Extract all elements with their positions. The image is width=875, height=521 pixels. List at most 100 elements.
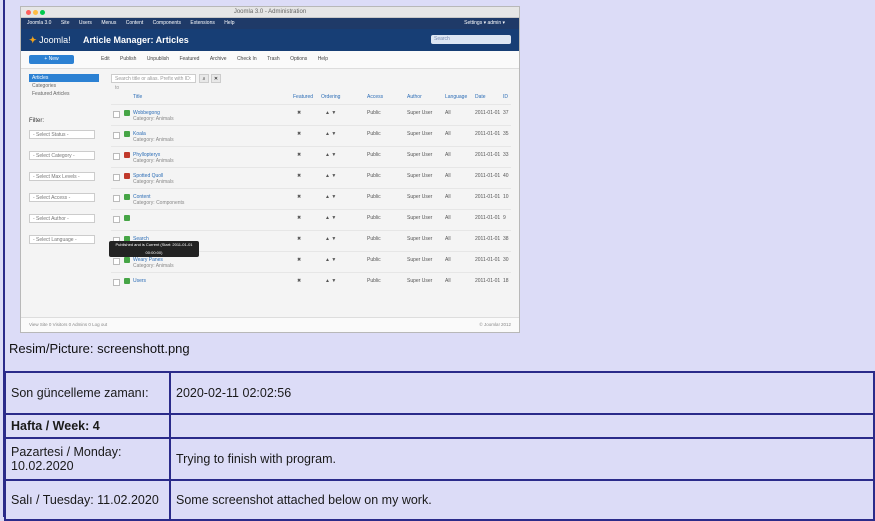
cell-access: Public xyxy=(367,236,381,242)
sidebar-item-articles: Articles xyxy=(29,74,99,82)
toolbar-item: Publish xyxy=(120,56,137,62)
cell-author: Super User xyxy=(407,278,433,284)
toolbar-item: Help xyxy=(317,56,328,62)
cell-category: Category: Components xyxy=(133,200,185,206)
article-row: Spotted Quoll Public Super User All 2011-01-… xyxy=(111,167,511,188)
featured-icon: ✖ xyxy=(297,131,302,137)
featured-icon: ✖ xyxy=(297,110,302,116)
mac-window-bar: Joomla 3.0 - Administration xyxy=(21,7,519,18)
table-row: Salı / Tuesday: 11.02.2020 Some screensh… xyxy=(4,479,875,521)
joomla-toolbar: + New Edit Publish Unpublish Featured Ar… xyxy=(21,51,519,69)
featured-icon: ✖ xyxy=(297,257,302,263)
embedded-screenshot: Joomla 3.0 - Administration Joomla 3.0 S… xyxy=(20,6,520,333)
cell-id: 37 xyxy=(503,110,509,116)
weekly-log-table: Son güncelleme zamanı: 2020-02-11 02:02:… xyxy=(4,371,875,521)
toolbar-item: Options xyxy=(290,56,308,62)
row-checkbox xyxy=(113,153,120,160)
featured-icon: ✖ xyxy=(297,152,302,158)
cell-id: 18 xyxy=(503,278,509,284)
ordering-icon: ▲ ▼ xyxy=(325,110,337,116)
new-button: + New xyxy=(29,55,74,64)
filter-select: - Select Access - xyxy=(29,193,95,202)
toolbar-buttons: Edit Publish Unpublish Featured Archive … xyxy=(101,55,337,64)
cell-category: Category: Animals xyxy=(133,158,174,164)
menu-right: Settings ▾ admin ▾ xyxy=(464,20,505,26)
toolbar-item: Featured xyxy=(179,56,200,62)
toolbar-item: Trash xyxy=(267,56,280,62)
cell-id: 10 xyxy=(503,194,509,200)
week-value xyxy=(169,413,875,439)
article-row: Wobbegong Public Super User All 2011-01-01 37… xyxy=(111,104,511,125)
joomla-footer: View Site 0 Visitors 0 Admins 0 Log out … xyxy=(21,317,519,332)
cell-id: 38 xyxy=(503,236,509,242)
row-checkbox xyxy=(113,195,120,202)
cell-category: Category: Animals xyxy=(133,137,174,143)
footer-right: © Joomla! 2012 xyxy=(479,322,511,327)
cell-author: Super User xyxy=(407,236,433,242)
cell-language: All xyxy=(445,110,451,116)
article-row: Content Public Super User All 2011-01-01 10 Ca… xyxy=(111,188,511,209)
menu-item: Users xyxy=(78,20,92,26)
table-row: Son güncelleme zamanı: 2020-02-11 02:02:… xyxy=(4,371,875,415)
featured-icon: ✖ xyxy=(297,236,302,242)
cell-author: Super User xyxy=(407,194,433,200)
sidebar-item-featured: Featured Articles xyxy=(32,91,70,97)
col-ordering: Ordering xyxy=(321,94,341,100)
joomla-logo: ✦ Joomla! xyxy=(29,35,71,45)
cell-access: Public xyxy=(367,257,381,263)
cell-language: All xyxy=(445,131,451,137)
article-row: Public Super User All 2011-01-01 9 ✖ ▲ ▼ xyxy=(111,209,511,230)
featured-icon: ✖ xyxy=(297,194,302,200)
cell-id: 35 xyxy=(503,131,509,137)
table-rows: Wobbegong Public Super User All 2011-01-01 37… xyxy=(111,104,511,293)
featured-icon: ✖ xyxy=(297,278,302,284)
filter-select: - Select Category - xyxy=(29,151,95,160)
week-label: Hafta / Week: 4 xyxy=(4,413,171,439)
ordering-icon: ▲ ▼ xyxy=(325,131,337,137)
cell-access: Public xyxy=(367,173,381,179)
menu-item: Menus xyxy=(101,20,117,26)
cell-date: 2011-01-01 xyxy=(475,194,501,200)
col-featured: Featured xyxy=(293,94,314,100)
cell-access: Public xyxy=(367,131,381,137)
cell-date: 2011-01-01 xyxy=(475,278,501,284)
cell-author: Super User xyxy=(407,152,433,158)
row-checkbox xyxy=(113,279,120,286)
table-row: Hafta / Week: 4 xyxy=(4,413,875,439)
joomla-menu-bar: Joomla 3.0 Site Users Menus Content Comp… xyxy=(21,18,519,29)
footer-left: View Site 0 Visitors 0 Admins 0 Log out xyxy=(29,322,108,327)
monday-value: Trying to finish with program. xyxy=(169,437,875,481)
toolbar-item: Edit xyxy=(101,56,110,62)
cell-access: Public xyxy=(367,215,381,221)
cell-author: Super User xyxy=(407,131,433,137)
joomla-header: ✦ Joomla! Article Manager: Articles Sear… xyxy=(21,29,519,51)
joomla-sidebar: Articles Categories Featured Articles Fi… xyxy=(29,74,99,256)
status-icon xyxy=(124,173,130,179)
cell-date: 2011-01-01 xyxy=(475,131,501,137)
article-row: Users Public Super User All 2011-01-01 18 ✖ ▲ ▼ xyxy=(111,272,511,293)
updated-label: Son güncelleme zamanı: xyxy=(4,371,171,415)
row-checkbox xyxy=(113,174,120,181)
filter-select: - Select Language - xyxy=(29,235,95,244)
featured-icon: ✖ xyxy=(297,173,302,179)
menu-item: Components xyxy=(152,20,181,26)
filters-title: Filter: xyxy=(29,118,44,124)
cell-language: All xyxy=(445,152,451,158)
row-checkbox xyxy=(113,132,120,139)
cell-category: Category: Animals xyxy=(133,179,174,185)
cell-date: 2011-01-01 xyxy=(475,173,501,179)
list-search-row: Search title or alias. Prefix with ID: t… xyxy=(111,74,511,91)
menu-item: Joomla 3.0 xyxy=(27,20,52,26)
monday-label: Pazartesi / Monday: 10.02.2020 xyxy=(4,437,171,481)
toolbar-item: Unpublish xyxy=(146,56,170,62)
ordering-icon: ▲ ▼ xyxy=(325,278,337,284)
filter-select: - Select Status - xyxy=(29,130,95,139)
article-row: Phyllopteryx Public Super User All 2011-01-0… xyxy=(111,146,511,167)
ordering-icon: ▲ ▼ xyxy=(325,152,337,158)
filter-select: - Select Max Levels - xyxy=(29,172,95,181)
col-access: Access xyxy=(367,94,384,100)
status-icon xyxy=(124,131,130,137)
cell-language: All xyxy=(445,236,451,242)
ordering-icon: ▲ ▼ xyxy=(325,257,337,263)
filter-select: - Select Author - xyxy=(29,214,95,223)
